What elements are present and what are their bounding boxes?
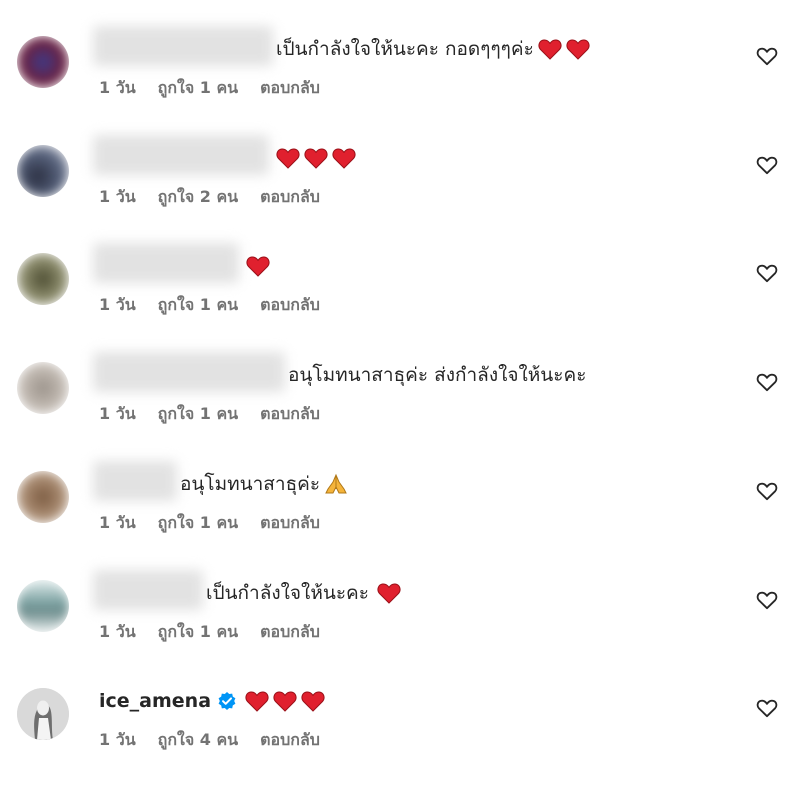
likes-count-link[interactable]: ถูกใจ 4 คน — [158, 728, 238, 750]
avatar[interactable] — [17, 36, 69, 88]
reply-button[interactable]: ตอบกลับ — [260, 76, 320, 98]
red-heart-emoji — [538, 38, 562, 60]
comment-item: 1 วัน ถูกใจ 2 คน ตอบกลับ — [0, 135, 800, 245]
likes-count-link[interactable]: ถูกใจ 2 คน — [158, 185, 238, 207]
verified-badge-icon — [217, 691, 237, 711]
avatar[interactable] — [17, 471, 69, 523]
likes-count-link[interactable]: ถูกใจ 1 คน — [158, 293, 238, 315]
blurred-username — [93, 352, 285, 392]
red-heart-emoji — [301, 690, 325, 712]
avatar[interactable] — [17, 362, 69, 414]
reply-button[interactable]: ตอบกลับ — [260, 185, 320, 207]
comment-item: อนุโมทนาสาธุค่ะ 1 วัน ถูกใจ 1 คน ตอบกลับ — [0, 461, 800, 571]
likes-count-link[interactable]: ถูกใจ 1 คน — [158, 402, 238, 424]
comment-meta: 1 วัน ถูกใจ 1 คน ตอบกลับ — [99, 76, 320, 98]
comment-meta: 1 วัน ถูกใจ 1 คน ตอบกลับ — [99, 620, 320, 642]
reply-button[interactable]: ตอบกลับ — [260, 728, 320, 750]
username-link[interactable]: ice_amena — [99, 688, 211, 714]
avatar[interactable] — [17, 688, 69, 740]
reply-button[interactable]: ตอบกลับ — [260, 293, 320, 315]
comment-age: 1 วัน — [99, 187, 136, 206]
blurred-username — [93, 26, 273, 66]
red-heart-emoji — [566, 38, 590, 60]
reply-button[interactable]: ตอบกลับ — [260, 620, 320, 642]
comment-text: เป็นกำลังใจให้นะคะ กอดๆๆๆค่ะ — [276, 38, 534, 60]
heart-outline-icon[interactable] — [756, 46, 780, 68]
blurred-username — [93, 135, 269, 175]
red-heart-emoji — [276, 147, 300, 169]
reply-button[interactable]: ตอบกลับ — [260, 511, 320, 533]
comment-age: 1 วัน — [99, 513, 136, 532]
comment-item: อนุโมทนาสาธุค่ะ ส่งกำลังใจให้นะคะ 1 วัน … — [0, 352, 800, 462]
heart-outline-icon[interactable] — [756, 372, 780, 394]
comment-meta: 1 วัน ถูกใจ 1 คน ตอบกลับ — [99, 511, 320, 533]
comment-age: 1 วัน — [99, 730, 136, 749]
likes-count-link[interactable]: ถูกใจ 1 คน — [158, 620, 238, 642]
blurred-username — [93, 570, 203, 610]
comment-item: เป็นกำลังใจให้นะคะ กอดๆๆๆค่ะ 1 วัน ถูกใจ… — [0, 26, 800, 136]
red-heart-emoji — [304, 147, 328, 169]
likes-count-link[interactable]: ถูกใจ 1 คน — [158, 511, 238, 533]
avatar[interactable] — [17, 253, 69, 305]
red-heart-emoji — [332, 147, 356, 169]
reply-button[interactable]: ตอบกลับ — [260, 402, 320, 424]
red-heart-emoji — [377, 582, 401, 604]
comment-age: 1 วัน — [99, 295, 136, 314]
comment-text: เป็นกำลังใจให้นะคะ — [206, 582, 369, 604]
avatar[interactable] — [17, 145, 69, 197]
comment-item: ice_amena 1 วัน ถูกใจ 4 คน ตอบกลับ — [0, 688, 800, 788]
comment-item: เป็นกำลังใจให้นะคะ 1 วัน ถูกใจ 1 คน ตอบก… — [0, 570, 800, 680]
likes-count-link[interactable]: ถูกใจ 1 คน — [158, 76, 238, 98]
comment-age: 1 วัน — [99, 78, 136, 97]
comment-age: 1 วัน — [99, 622, 136, 641]
heart-outline-icon[interactable] — [756, 263, 780, 285]
red-heart-emoji — [245, 690, 269, 712]
heart-outline-icon[interactable] — [756, 155, 780, 177]
comment-meta: 1 วัน ถูกใจ 1 คน ตอบกลับ — [99, 402, 320, 424]
comment-meta: 1 วัน ถูกใจ 4 คน ตอบกลับ — [99, 728, 320, 750]
red-heart-emoji — [246, 255, 270, 277]
comment-meta: 1 วัน ถูกใจ 2 คน ตอบกลับ — [99, 185, 320, 207]
heart-outline-icon[interactable] — [756, 698, 780, 720]
red-heart-emoji — [273, 690, 297, 712]
folded-hands-emoji — [324, 473, 348, 495]
blurred-username — [93, 461, 177, 501]
comment-age: 1 วัน — [99, 404, 136, 423]
blurred-username — [93, 243, 239, 283]
comment-text: อนุโมทนาสาธุค่ะ — [180, 473, 321, 495]
comment-item: 1 วัน ถูกใจ 1 คน ตอบกลับ — [0, 243, 800, 353]
heart-outline-icon[interactable] — [756, 481, 780, 503]
comment-text: อนุโมทนาสาธุค่ะ ส่งกำลังใจให้นะคะ — [288, 364, 587, 386]
heart-outline-icon[interactable] — [756, 590, 780, 612]
comment-meta: 1 วัน ถูกใจ 1 คน ตอบกลับ — [99, 293, 320, 315]
avatar[interactable] — [17, 580, 69, 632]
